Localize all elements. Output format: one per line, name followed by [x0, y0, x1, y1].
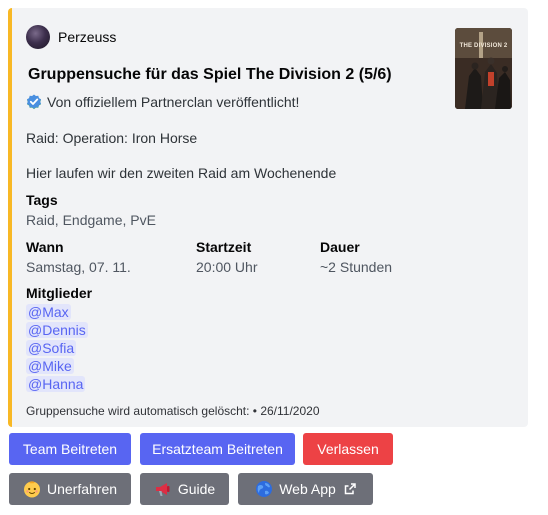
baby-face-icon [23, 480, 41, 498]
embed-footer: Gruppensuche wird automatisch gelöscht: … [26, 404, 320, 418]
author-name[interactable]: Perzeuss [58, 29, 116, 45]
leave-label: Verlassen [317, 441, 379, 457]
external-link-icon [344, 483, 356, 495]
megaphone-icon [154, 480, 172, 498]
globe-icon [255, 480, 273, 498]
verified-text: Von offiziellem Partnerclan veröffentlic… [47, 94, 300, 110]
member-mention[interactable]: @Hanna [26, 376, 86, 392]
member-mention[interactable]: @Max [26, 304, 71, 320]
field-mitglieder-name: Mitglieder [26, 285, 93, 301]
field-startzeit-value: 20:00 Uhr [196, 259, 258, 275]
embed-title: Gruppensuche für das Spiel The Division … [28, 66, 392, 83]
field-tags-value: Raid, Endgame, PvE [26, 212, 156, 228]
web-app-button[interactable]: Web App [238, 473, 373, 505]
game-thumbnail[interactable]: THE DIVISION 2 [455, 28, 512, 109]
web-app-label: Web App [279, 481, 336, 497]
field-wann-value: Samstag, 07. 11. [26, 259, 131, 275]
guide-button[interactable]: Guide [140, 473, 229, 505]
thumbnail-text: THE DIVISION 2 [459, 43, 508, 49]
field-wann-name: Wann [26, 239, 64, 255]
field-dauer-name: Dauer [320, 239, 360, 255]
verified-badge-icon [27, 94, 41, 110]
lfg-embed: Perzeuss Gruppensuche für das Spiel The … [8, 8, 528, 427]
unerfahren-button[interactable]: Unerfahren [9, 473, 131, 505]
field-startzeit-name: Startzeit [196, 239, 252, 255]
unerfahren-label: Unerfahren [46, 481, 118, 497]
description: Hier laufen wir den zweiten Raid am Woch… [26, 165, 337, 181]
member-mention[interactable]: @Mike [26, 358, 74, 374]
join-reserve-team-button[interactable]: Ersatzteam Beitreten [140, 433, 295, 465]
join-team-label: Team Beitreten [22, 441, 118, 457]
embed-author: Perzeuss [26, 25, 116, 49]
field-dauer-value: ~2 Stunden [320, 259, 393, 275]
raid-line: Raid: Operation: Iron Horse [26, 130, 198, 146]
author-avatar[interactable] [26, 25, 50, 49]
member-list: @Max @Dennis @Sofia @Mike @Hanna [26, 304, 88, 394]
member-mention[interactable]: @Dennis [26, 322, 88, 338]
field-tags-name: Tags [26, 192, 58, 208]
join-team-button[interactable]: Team Beitreten [9, 433, 131, 465]
member-mention[interactable]: @Sofia [26, 340, 77, 356]
leave-button[interactable]: Verlassen [303, 433, 393, 465]
verified-line: Von offiziellem Partnerclan veröffentlic… [26, 94, 299, 110]
guide-label: Guide [177, 481, 216, 497]
join-reserve-label: Ersatzteam Beitreten [152, 441, 283, 457]
